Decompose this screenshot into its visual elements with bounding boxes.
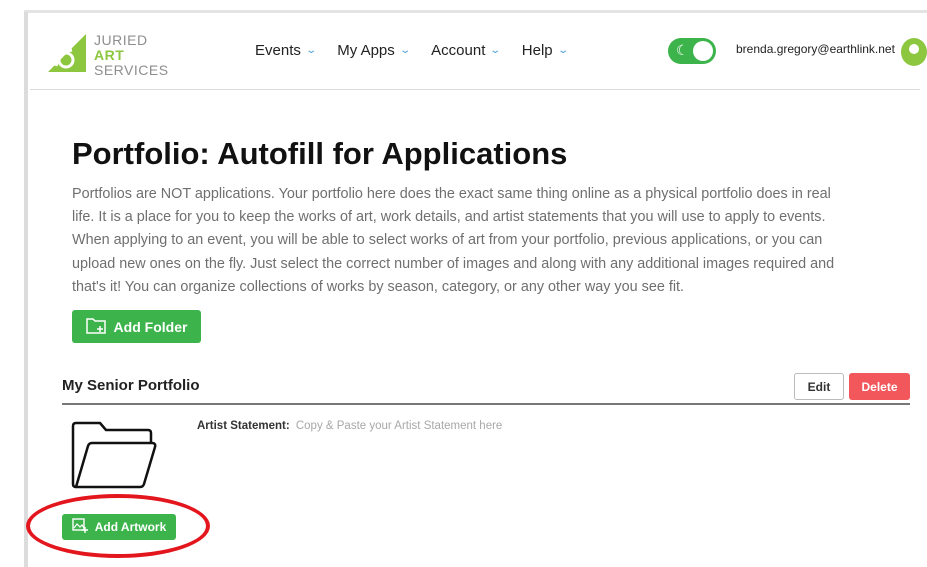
page-title: Portfolio: Autofill for Applications — [72, 136, 568, 171]
add-artwork-label: Add Artwork — [94, 520, 167, 534]
window-left-border — [24, 12, 28, 567]
chevron-down-icon: ⌄ — [305, 45, 317, 56]
folder-divider — [62, 403, 910, 405]
window-top-border — [24, 10, 927, 13]
delete-folder-button[interactable]: Delete — [849, 373, 910, 400]
logo-line-services: SERVICES — [94, 62, 169, 78]
folder-name: My Senior Portfolio — [62, 377, 200, 394]
chevron-down-icon: ⌄ — [556, 45, 569, 56]
toggle-knob — [693, 41, 713, 61]
main-nav: Events ⌄ My Apps ⌄ Account ⌄ Help ⌄ — [255, 42, 589, 59]
page-intro: Portfolios are NOT applications. Your po… — [72, 186, 835, 295]
add-folder-button[interactable]: Add Folder — [72, 310, 201, 343]
nav-help-label: Help — [521, 42, 553, 59]
add-folder-label: Add Folder — [113, 318, 188, 335]
folder-plus-icon — [85, 317, 114, 337]
moon-icon: ☾ — [676, 42, 689, 58]
artist-statement-placeholder[interactable]: Copy & Paste your Artist Statement here — [296, 420, 502, 432]
site-header: JURIED ART SERVICES Events ⌄ My Apps ⌄ A… — [30, 16, 927, 90]
logo-line-juried: JURIED — [94, 32, 148, 48]
folder-open-icon — [70, 420, 158, 490]
nav-events-label: Events — [255, 42, 301, 59]
nav-account[interactable]: Account ⌄ — [431, 42, 502, 59]
image-plus-icon — [72, 518, 95, 536]
avatar-head — [909, 44, 919, 54]
chevron-down-icon: ⌄ — [399, 45, 411, 56]
nav-events[interactable]: Events ⌄ — [255, 42, 317, 59]
chevron-down-icon: ⌄ — [489, 45, 502, 56]
user-email[interactable]: brenda.gregory@earthlink.net — [736, 42, 895, 56]
logo-mark-icon — [46, 32, 88, 79]
nav-help[interactable]: Help ⌄ — [521, 42, 569, 59]
site-logo[interactable]: JURIED ART SERVICES — [46, 32, 169, 79]
avatar-icon[interactable] — [901, 38, 927, 66]
screenshot-frame-left — [0, 0, 24, 567]
nav-my-apps-label: My Apps — [337, 42, 395, 59]
dark-mode-toggle[interactable]: ☾ — [668, 38, 716, 64]
logo-wordmark: JURIED ART SERVICES — [94, 33, 169, 78]
artist-statement-label: Artist Statement: — [197, 420, 290, 432]
add-artwork-button[interactable]: Add Artwork — [62, 514, 176, 540]
edit-folder-button[interactable]: Edit — [794, 373, 844, 400]
artist-statement: Artist Statement: Copy & Paste your Arti… — [197, 420, 502, 432]
nav-account-label: Account — [431, 42, 486, 59]
logo-line-art: ART — [94, 47, 125, 63]
nav-my-apps[interactable]: My Apps ⌄ — [337, 42, 411, 59]
